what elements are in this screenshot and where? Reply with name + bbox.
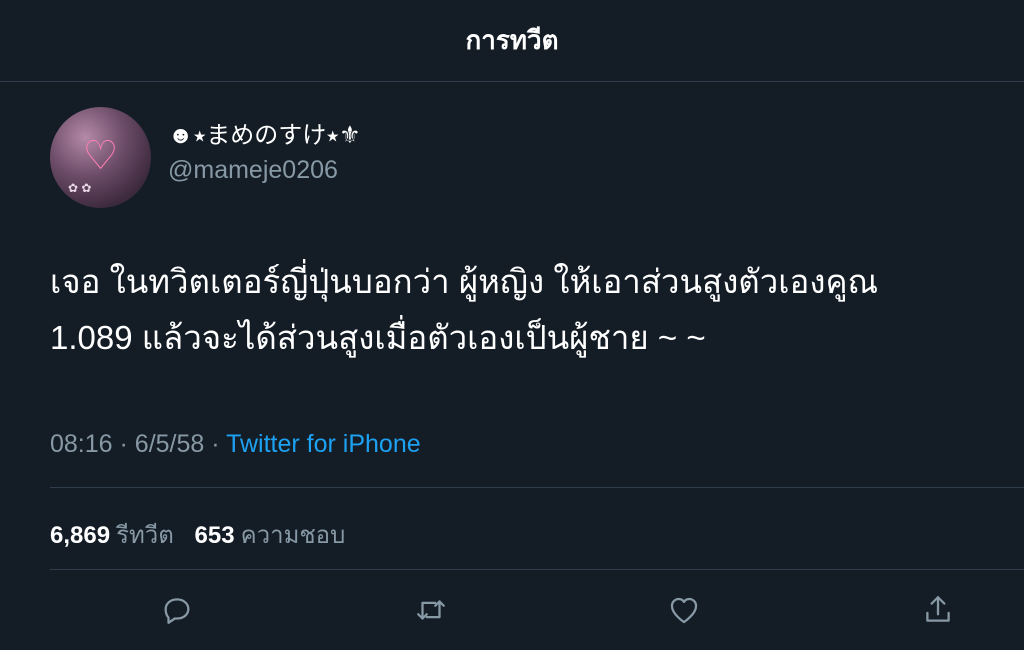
meta-separator: · — [211, 430, 220, 458]
share-button[interactable] — [916, 588, 960, 632]
tweet-text-line: เจอ ในทวิตเตอร์ญี่ปุ่นบอกว่า ผู้หญิง ให้… — [50, 263, 879, 300]
meta-separator: · — [119, 430, 128, 458]
tweet-date: 6/5/58 — [134, 430, 205, 458]
retweets-count: 6,869 — [50, 522, 111, 549]
display-name[interactable]: ☻⭑まめのすけ⭑⚜ — [168, 121, 361, 151]
avatar[interactable]: ♡ ✿ ✿ — [50, 107, 151, 208]
like-button[interactable] — [662, 588, 706, 632]
tweet-stats: 6,869 รีทวีต 653 ความชอบ — [50, 515, 359, 554]
likes-count: 653 — [194, 522, 235, 549]
decoration-icon: ✿ ✿ — [68, 181, 92, 195]
tweet-detail-page: การทวีต ♡ ✿ ✿ ☻⭑まめのすけ⭑⚜ @mameje0206 เจอ … — [0, 0, 1024, 650]
like-icon — [670, 597, 698, 624]
tweet-meta: 08:16 · 6/5/58 · Twitter for iPhone — [50, 430, 421, 459]
tweet-text-line: 1.089 แล้วจะได้ส่วนสูงเมื่อตัวเองเป็นผู้… — [50, 319, 706, 356]
share-icon — [926, 596, 950, 622]
tweet-time: 08:16 — [50, 430, 113, 458]
likes-stat[interactable]: 653 ความชอบ — [195, 522, 360, 549]
retweet-icon — [417, 600, 445, 620]
reply-button[interactable] — [155, 588, 199, 632]
reply-icon — [164, 598, 190, 624]
heart-icon: ♡ — [82, 133, 119, 178]
top-bar: การทวีต — [0, 0, 1024, 82]
divider — [50, 487, 1024, 488]
tweet-text: เจอ ในทวิตเตอร์ญี่ปุ่นบอกว่า ผู้หญิง ให้… — [50, 254, 1000, 366]
retweets-stat[interactable]: 6,869 รีทวีต — [50, 522, 195, 549]
tweet-actions — [0, 580, 1024, 640]
likes-label: ความชอบ — [240, 522, 346, 549]
tweet-source-link[interactable]: Twitter for iPhone — [226, 430, 421, 458]
tweet-author-header: ♡ ✿ ✿ ☻⭑まめのすけ⭑⚜ @mameje0206 — [50, 107, 950, 211]
author-names: ☻⭑まめのすけ⭑⚜ @mameje0206 — [168, 121, 361, 187]
retweet-button[interactable] — [409, 588, 453, 632]
user-handle[interactable]: @mameje0206 — [168, 153, 361, 187]
divider — [50, 569, 1024, 570]
retweets-label: รีทวีต — [116, 522, 174, 549]
page-title: การทวีต — [465, 25, 559, 55]
